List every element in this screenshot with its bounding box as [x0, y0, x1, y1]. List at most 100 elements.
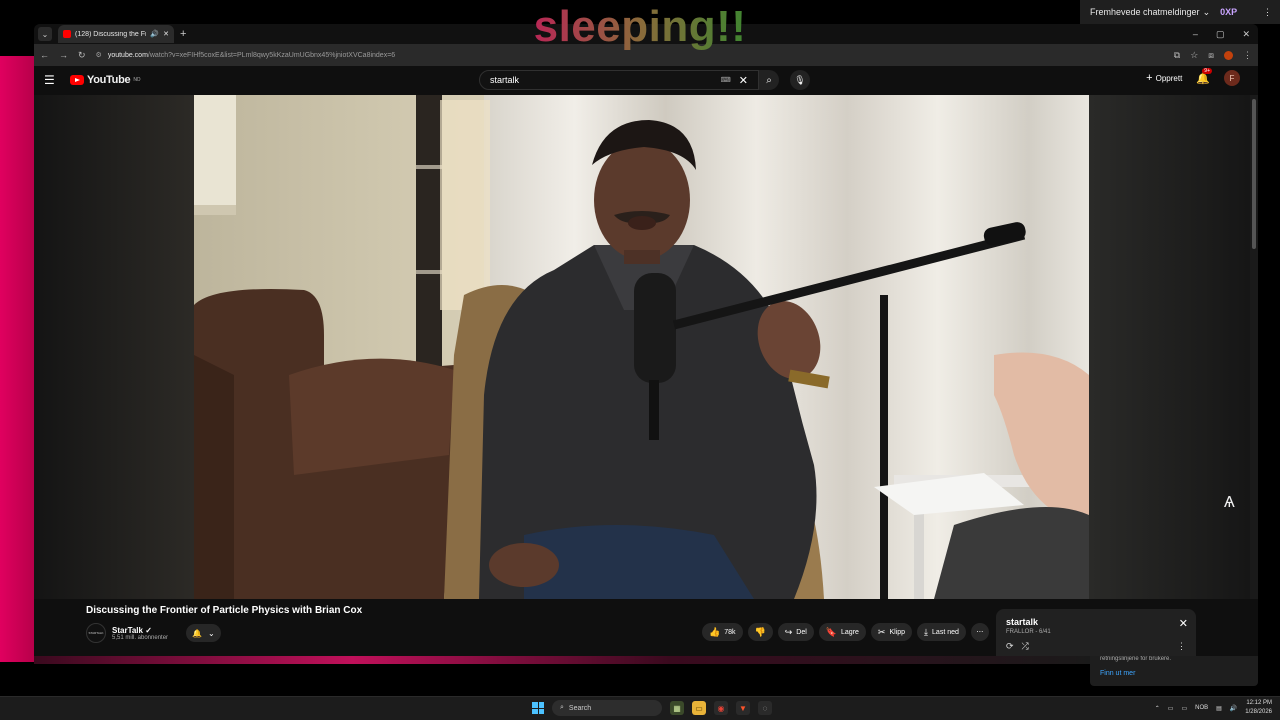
clip-button[interactable]: ✂ Klipp	[870, 623, 913, 641]
search-input[interactable]	[490, 75, 721, 85]
forward-icon[interactable]: →	[59, 50, 68, 60]
chat-panel-footer: retningslinjene for brukere. Finn ut mer	[1090, 652, 1258, 686]
new-tab-button[interactable]: +	[180, 28, 186, 40]
window-close-icon[interactable]: ✕	[1242, 29, 1250, 40]
search-icon: ⌕	[766, 74, 772, 86]
clip-icon: ✂	[877, 626, 886, 637]
highlighted-messages-dropdown[interactable]: Fremhevede chatmeldinger ⌄	[1090, 7, 1210, 18]
points-badge[interactable]: 0XP	[1220, 7, 1237, 17]
download-button[interactable]: ⤓ Last ned	[917, 623, 966, 641]
tab-youtube[interactable]: (128) Discussing the Frontier of Particl…	[58, 25, 174, 43]
region-code: NO	[133, 77, 141, 83]
chrome-icon[interactable]: ◉	[714, 701, 728, 715]
tray-chevron-icon[interactable]: ⌃	[1155, 705, 1160, 712]
speaker-icon[interactable]: 🔊	[150, 30, 159, 38]
plus-icon: +	[1146, 72, 1153, 84]
search-icon: ⌕	[560, 704, 564, 711]
taskbar-search[interactable]: ⌕ Search	[552, 700, 662, 716]
share-button[interactable]: ↪ Del	[777, 623, 814, 641]
notifications-button[interactable]: 🔔 9+	[1196, 67, 1212, 85]
tab-search-icon[interactable]: ⌄	[38, 27, 52, 41]
keyboard-icon[interactable]: ⌨	[721, 76, 731, 84]
more-icon[interactable]: ⋮	[1263, 7, 1272, 18]
bell-icon: 🔔	[1196, 72, 1210, 85]
volume-icon[interactable]: 🔊	[1230, 705, 1237, 712]
install-app-icon[interactable]: ⧉	[1174, 50, 1180, 61]
like-count: 78k	[724, 628, 736, 636]
time: 12:12 PM	[1246, 700, 1272, 706]
taskbar-search-label: Search	[568, 704, 592, 712]
clear-search-icon[interactable]: ✕	[739, 74, 748, 87]
extensions-icon[interactable]: ⧈	[1208, 50, 1214, 61]
save-label: Lagre	[841, 628, 859, 636]
file-explorer-icon[interactable]: ▭	[692, 701, 706, 715]
youtube-favicon-icon	[63, 30, 71, 38]
share-icon: ↪	[784, 626, 793, 637]
browser-menu-icon[interactable]: ⋮	[1243, 50, 1252, 61]
bookmark-star-icon[interactable]: ☆	[1190, 50, 1198, 61]
browser-window: ⌄ (128) Discussing the Frontier of Parti…	[34, 24, 1258, 656]
header-actions: + Opprett 🔔 9+ F	[1146, 67, 1240, 86]
page-scrollbar[interactable]	[1250, 95, 1258, 655]
windows-start-icon[interactable]	[532, 702, 544, 714]
user-avatar[interactable]: F	[1224, 70, 1240, 86]
bell-icon: 🔔	[192, 628, 203, 638]
clock[interactable]: 12:12 PM 1/28/2026	[1245, 699, 1272, 717]
network-icon[interactable]: ▤	[1216, 705, 1222, 712]
save-icon: 🔖	[825, 626, 838, 637]
download-icon: ⤓	[924, 626, 929, 637]
search-button[interactable]: ⌕	[759, 70, 779, 90]
minimize-icon[interactable]: –	[1193, 29, 1198, 40]
date: 1/28/2026	[1245, 709, 1272, 715]
playlist-controls: ⟳ ⤮	[1006, 641, 1029, 652]
mic-icon: 🎙	[794, 74, 806, 85]
channel-name[interactable]: StarTalk ✓	[112, 626, 168, 635]
video-frame	[194, 95, 1089, 599]
close-icon[interactable]: ✕	[1179, 617, 1188, 630]
reload-icon[interactable]: ↻	[78, 50, 86, 61]
chat-panel-header: Fremhevede chatmeldinger ⌄ 0XP ⋮	[1080, 0, 1280, 24]
maximize-icon[interactable]: ▢	[1216, 29, 1225, 40]
scrollbar-thumb[interactable]	[1252, 99, 1256, 249]
brave-icon[interactable]: ▼	[736, 701, 750, 715]
channel-name-text: StarTalk	[112, 625, 143, 635]
video-player[interactable]	[194, 95, 1089, 599]
shuffle-icon[interactable]: ⤮	[1022, 641, 1029, 652]
channel-avatar[interactable]: STARTALK	[86, 623, 106, 643]
tray-app-icon[interactable]: ▭	[1168, 705, 1174, 712]
create-button[interactable]: + Opprett	[1146, 72, 1182, 84]
verified-icon: ✓	[145, 625, 152, 635]
back-icon[interactable]: ←	[40, 50, 49, 60]
widgets-icon[interactable]: ▦	[670, 701, 684, 715]
notification-count: 9+	[1202, 67, 1212, 74]
playlist-panel: startalk FRALLOR - 6/41 ✕ ⟳ ⤮ ⋮	[996, 609, 1196, 656]
app-icon[interactable]: ◌	[758, 701, 772, 715]
share-label: Del	[796, 628, 807, 636]
playlist-menu-icon[interactable]: ⋮	[1177, 641, 1186, 652]
tab-close-icon[interactable]: ✕	[163, 30, 169, 38]
tray-app-icon[interactable]: ▭	[1181, 705, 1187, 712]
youtube-logo[interactable]: YouTube NO	[70, 74, 141, 86]
subscription-bell-button[interactable]: 🔔 ⌄	[186, 624, 221, 642]
save-button[interactable]: 🔖 Lagre	[818, 623, 866, 641]
loop-icon[interactable]: ⟳	[1006, 641, 1014, 652]
dislike-icon: 👎	[754, 626, 766, 637]
site-info-icon[interactable]: ⚙	[96, 51, 102, 59]
like-button[interactable]: 👍 78k	[702, 623, 743, 641]
profile-avatar[interactable]	[1224, 50, 1233, 60]
download-label: Last ned	[932, 628, 959, 636]
address-actions: ⧉ ☆ ⧈ ⋮	[1174, 50, 1252, 61]
hamburger-icon[interactable]: ☰	[44, 73, 62, 87]
clip-label: Klipp	[889, 628, 906, 636]
more-actions-button[interactable]: ⋯	[970, 623, 989, 641]
chevron-down-icon: ⌄	[208, 628, 215, 638]
channel-watermark-icon[interactable]: Ѧ	[1224, 494, 1235, 512]
voice-search-button[interactable]: 🎙	[790, 70, 810, 90]
dislike-button[interactable]: 👎	[747, 623, 773, 641]
tab-title: (128) Discussing the Frontier of Particl…	[75, 30, 147, 38]
playlist-title[interactable]: startalk	[1006, 617, 1186, 627]
language-indicator[interactable]: NOB	[1195, 705, 1208, 711]
learn-more-link[interactable]: Finn ut mer	[1100, 670, 1248, 677]
window-controls: – ▢ ✕	[1193, 29, 1258, 40]
youtube-header: ☰ YouTube NO ⌨ ✕ ⌕ 🎙 + Opprett 🔔 9+ F	[34, 66, 1258, 94]
